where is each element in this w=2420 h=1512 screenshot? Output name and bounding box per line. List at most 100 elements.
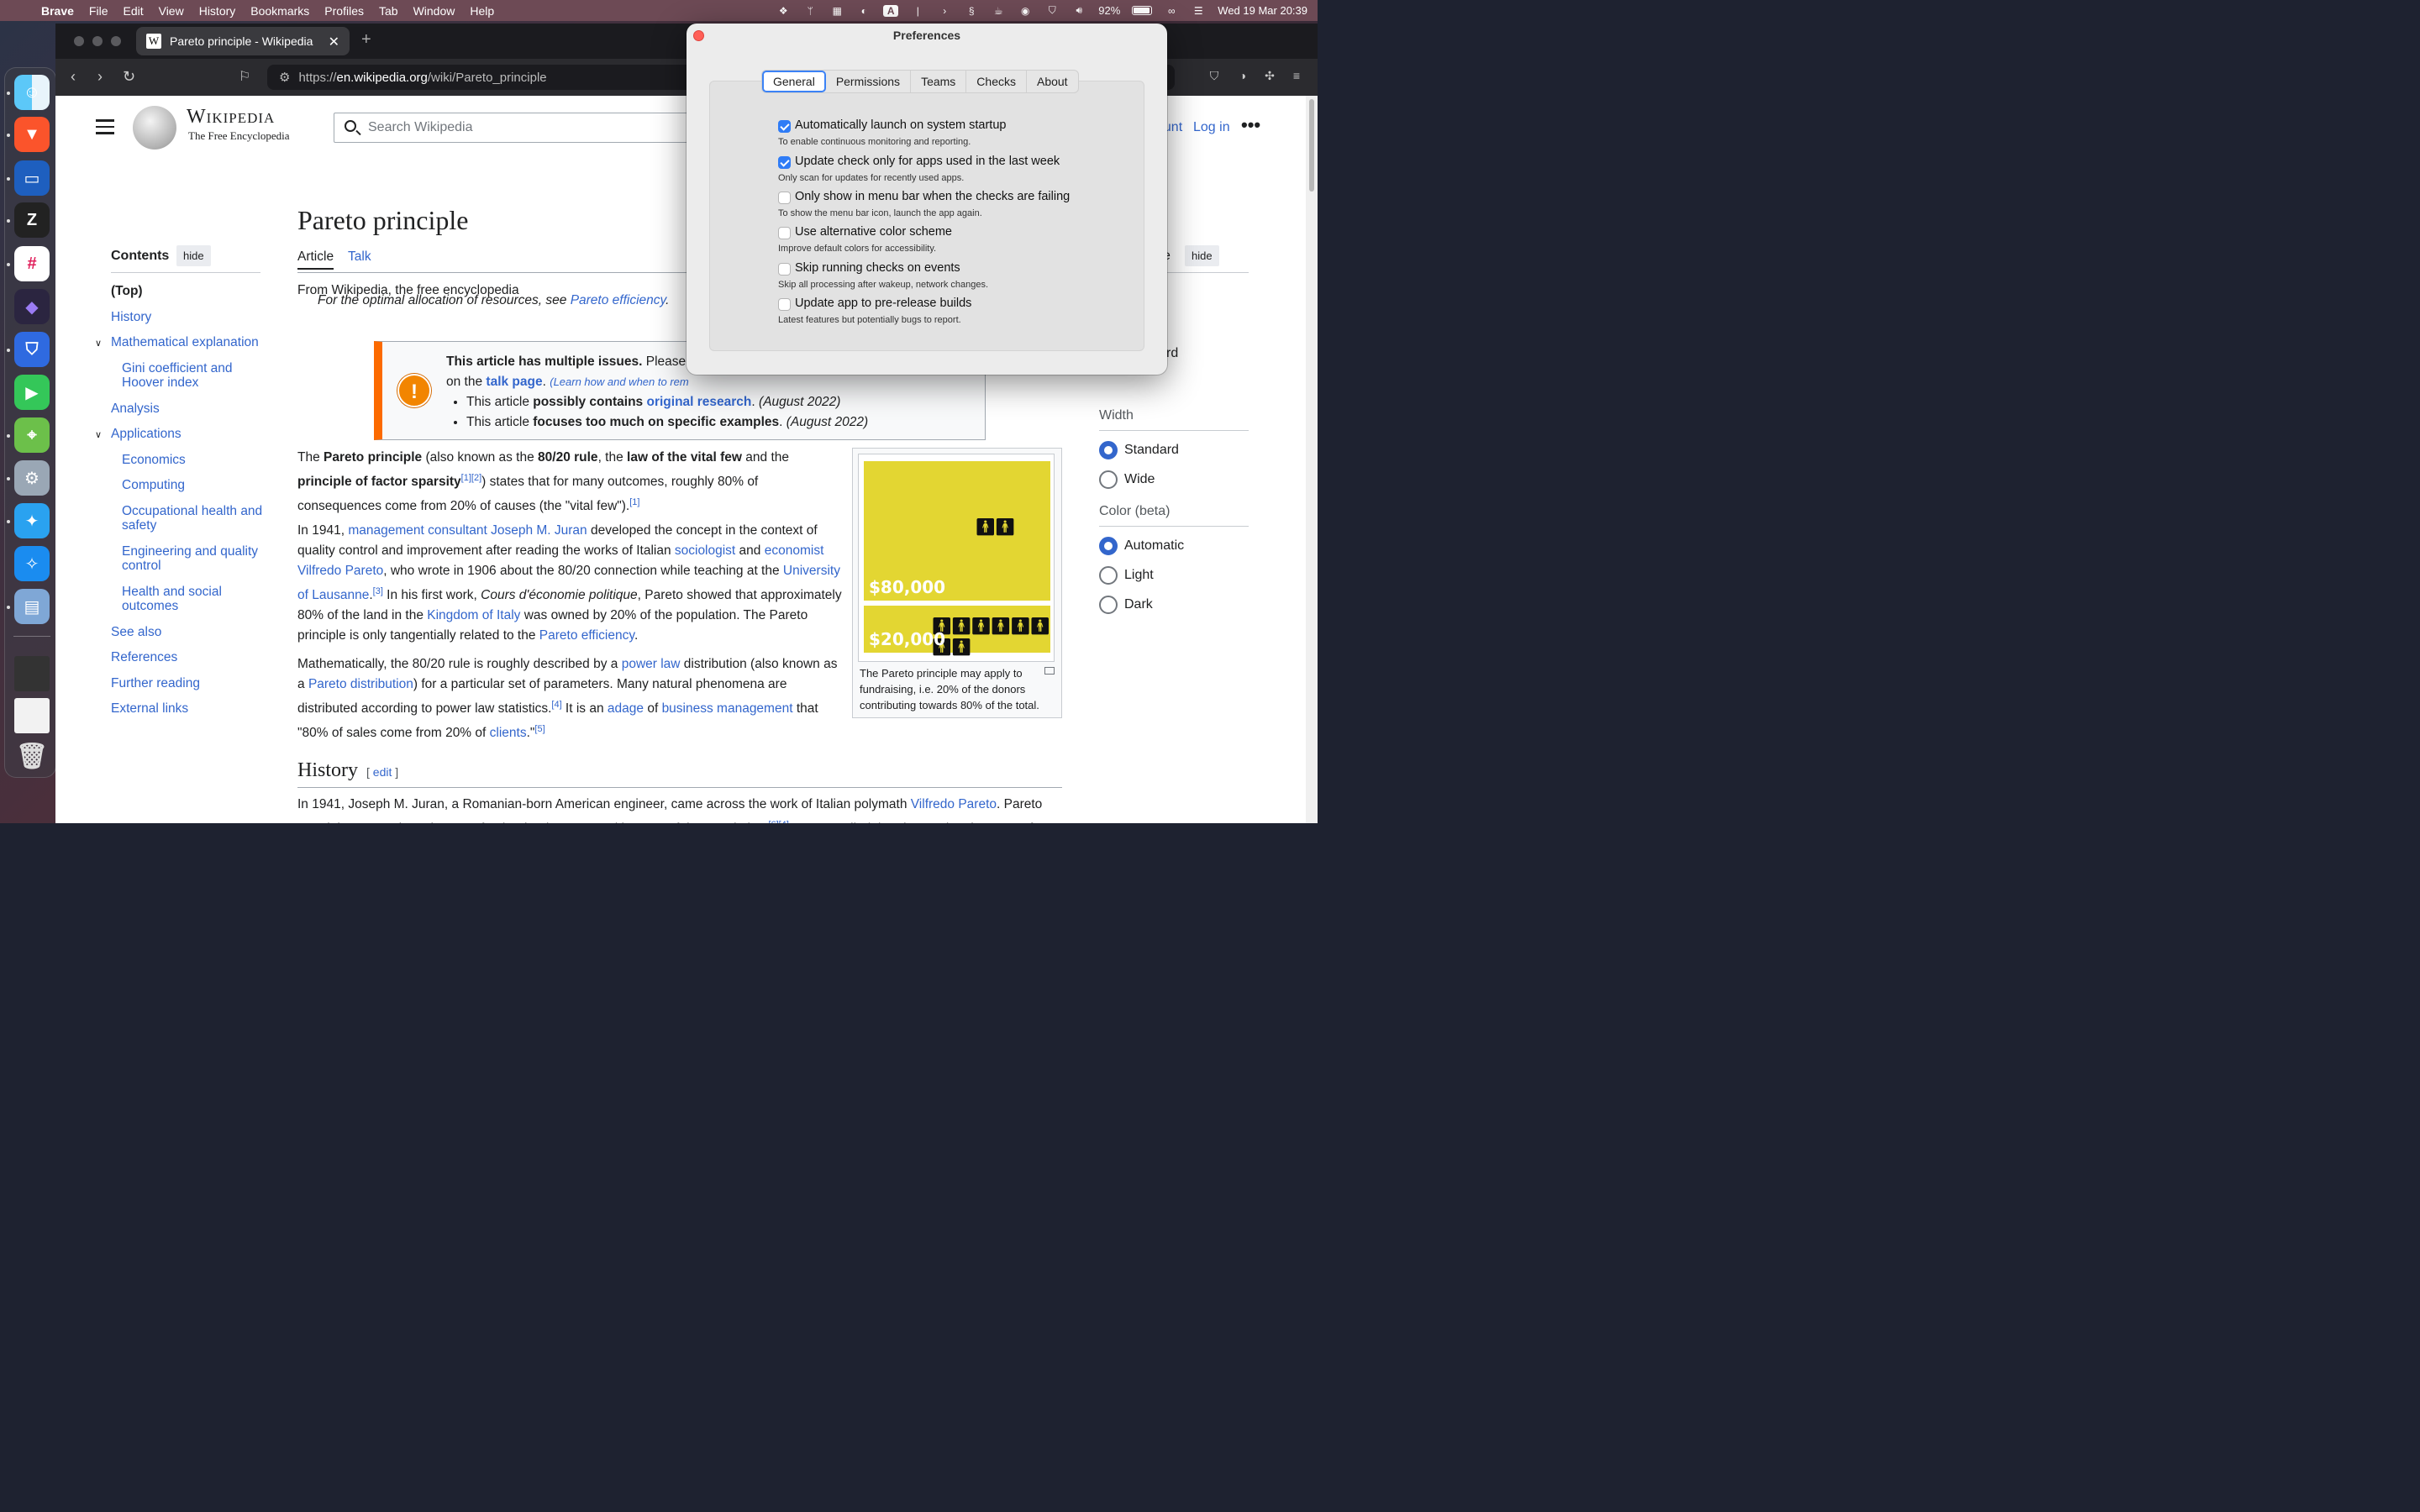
menu-bookmarks[interactable]: Bookmarks (243, 4, 317, 18)
forward-icon[interactable]: › (97, 68, 103, 86)
toc-item-further-reading[interactable]: Further reading (111, 676, 200, 691)
finder-icon[interactable]: ☺ (14, 75, 50, 110)
toc-item-health[interactable]: Health and social (122, 585, 222, 600)
zed-icon[interactable]: Z (14, 202, 50, 238)
toc-hide-button[interactable]: hide (176, 245, 211, 266)
login-link[interactable]: Log in (1193, 120, 1230, 135)
toc-item-see-also[interactable]: See also (111, 625, 161, 640)
toc-item-computing[interactable]: Computing (122, 478, 185, 493)
color-light-label[interactable]: Light (1124, 568, 1154, 583)
maps-icon[interactable]: ⌖ (14, 417, 50, 453)
option-label[interactable]: Automatically launch on system startup (795, 118, 1006, 132)
bitwarden-icon[interactable]: ⛉ (14, 332, 50, 367)
chevron-down-icon[interactable]: ∨ (95, 429, 102, 440)
color-light-radio[interactable] (1099, 566, 1118, 585)
toc-item-mathematical-explanation[interactable]: Mathematical explanation (111, 335, 259, 350)
menu-file[interactable]: File (82, 4, 116, 18)
link-icon[interactable]: ∞ (1164, 5, 1179, 17)
shield-icon[interactable]: ⛉ (1044, 4, 1060, 17)
toc-item-gini[interactable]: Gini coefficient and (122, 361, 233, 376)
appearance-hide-button[interactable]: hide (1185, 245, 1219, 266)
tab-general[interactable]: General (762, 71, 826, 92)
extension-icon[interactable]: ◑ (1235, 69, 1250, 84)
control-center-icon[interactable]: ☰ (1191, 5, 1206, 17)
learn-more-link[interactable]: (Learn how and when to rem (550, 375, 688, 388)
volume-icon[interactable]: 🔊︎ (1071, 4, 1086, 17)
brave-icon[interactable]: ▼ (14, 117, 50, 152)
preview-icon[interactable]: ▤ (14, 589, 50, 624)
tab-article[interactable]: Article (297, 249, 334, 270)
site-settings-icon[interactable]: ⚙ (279, 70, 290, 85)
color-dark-radio[interactable] (1099, 596, 1118, 614)
main-menu-icon[interactable] (96, 119, 114, 134)
toc-item-external-links[interactable]: External links (111, 701, 188, 717)
option-label[interactable]: Only show in menu bar when the checks ar… (795, 190, 1070, 203)
brave-shields-icon[interactable]: ⛉ (1207, 69, 1222, 84)
menu-history[interactable]: History (192, 4, 244, 18)
option-label[interactable]: Update check only for apps used in the l… (795, 155, 1060, 168)
wikipedia-wordmark[interactable]: Wikipedia (187, 106, 275, 129)
more-options-icon[interactable]: ••• (1241, 114, 1260, 136)
tab-about[interactable]: About (1027, 71, 1078, 92)
option-label[interactable]: Use alternative color scheme (795, 225, 952, 239)
toc-item-occupational-cont[interactable]: safety (122, 518, 156, 533)
tab-permissions[interactable]: Permissions (826, 71, 912, 92)
reload-icon[interactable]: ↻ (123, 68, 135, 86)
toc-item-references[interactable]: References (111, 650, 177, 665)
prerelease-checkbox[interactable] (778, 298, 791, 311)
trash-icon[interactable]: 🗑︎ (14, 738, 50, 774)
spark-icon[interactable]: ✦ (14, 503, 50, 538)
toc-item-gini-cont[interactable]: Hoover index (122, 375, 198, 391)
chevron-down-icon[interactable]: ∨ (95, 338, 102, 349)
facetime-icon[interactable]: ▶ (14, 375, 50, 410)
option-label[interactable]: Update app to pre-release builds (795, 297, 971, 310)
original-research-link[interactable]: original research (646, 395, 751, 409)
new-tab-icon[interactable]: + (361, 30, 371, 50)
wikipedia-logo[interactable] (133, 106, 176, 150)
search-input[interactable]: Search Wikipedia (334, 113, 703, 143)
tab-talk[interactable]: Talk (348, 249, 371, 265)
tab-close-icon[interactable]: ✕ (329, 34, 339, 50)
safari-icon[interactable]: ✧ (14, 546, 50, 581)
docs-icon[interactable]: ▭ (14, 160, 50, 196)
obsidian-icon[interactable]: ◆ (14, 289, 50, 324)
toc-item-engineering[interactable]: Engineering and quality (122, 544, 258, 559)
input-source-icon[interactable]: A (883, 4, 899, 17)
color-automatic-label[interactable]: Automatic (1124, 538, 1184, 554)
window-close-button[interactable] (74, 36, 84, 46)
dropbox-icon[interactable]: ❖ (776, 5, 791, 17)
toc-item-applications[interactable]: Applications (111, 427, 182, 442)
extensions-puzzle-icon[interactable]: ✣ (1262, 69, 1277, 84)
battery-icon[interactable] (1132, 6, 1153, 15)
window-zoom-button[interactable] (111, 36, 121, 46)
toc-item-economics[interactable]: Economics (122, 453, 186, 468)
update-recent-checkbox[interactable] (778, 156, 791, 169)
width-standard-label[interactable]: Standard (1124, 443, 1179, 458)
status-icon[interactable]: ◉ (1018, 5, 1033, 17)
enlarge-icon[interactable] (1044, 667, 1055, 675)
back-icon[interactable]: ‹ (71, 68, 76, 86)
window-minimize-button[interactable] (92, 36, 103, 46)
width-standard-radio[interactable] (1099, 441, 1118, 459)
page-scrollbar[interactable] (1306, 96, 1318, 823)
alt-color-checkbox[interactable] (778, 227, 791, 239)
cursor-icon[interactable]: | (910, 5, 925, 17)
toc-item-health-cont[interactable]: outcomes (122, 599, 178, 614)
width-wide-label[interactable]: Wide (1124, 472, 1155, 487)
scrollbar-thumb[interactable] (1309, 99, 1314, 192)
toc-item-occupational[interactable]: Occupational health and (122, 504, 262, 519)
antenna-icon[interactable]: ᛘ (802, 5, 818, 17)
menu-window[interactable]: Window (406, 4, 463, 18)
talk-page-link[interactable]: talk page (486, 375, 542, 389)
browser-menu-icon[interactable]: ≡ (1289, 69, 1304, 84)
skip-events-checkbox[interactable] (778, 263, 791, 276)
menu-view[interactable]: View (151, 4, 192, 18)
menu-edit[interactable]: Edit (115, 4, 150, 18)
tab-teams[interactable]: Teams (911, 71, 967, 92)
option-label[interactable]: Skip running checks on events (795, 261, 960, 275)
toc-item-engineering-cont[interactable]: control (122, 559, 161, 574)
menu-tab[interactable]: Tab (371, 4, 406, 18)
color-automatic-radio[interactable] (1099, 537, 1118, 555)
downloads-stack-icon[interactable] (14, 698, 50, 733)
launch-startup-checkbox[interactable] (778, 120, 791, 133)
